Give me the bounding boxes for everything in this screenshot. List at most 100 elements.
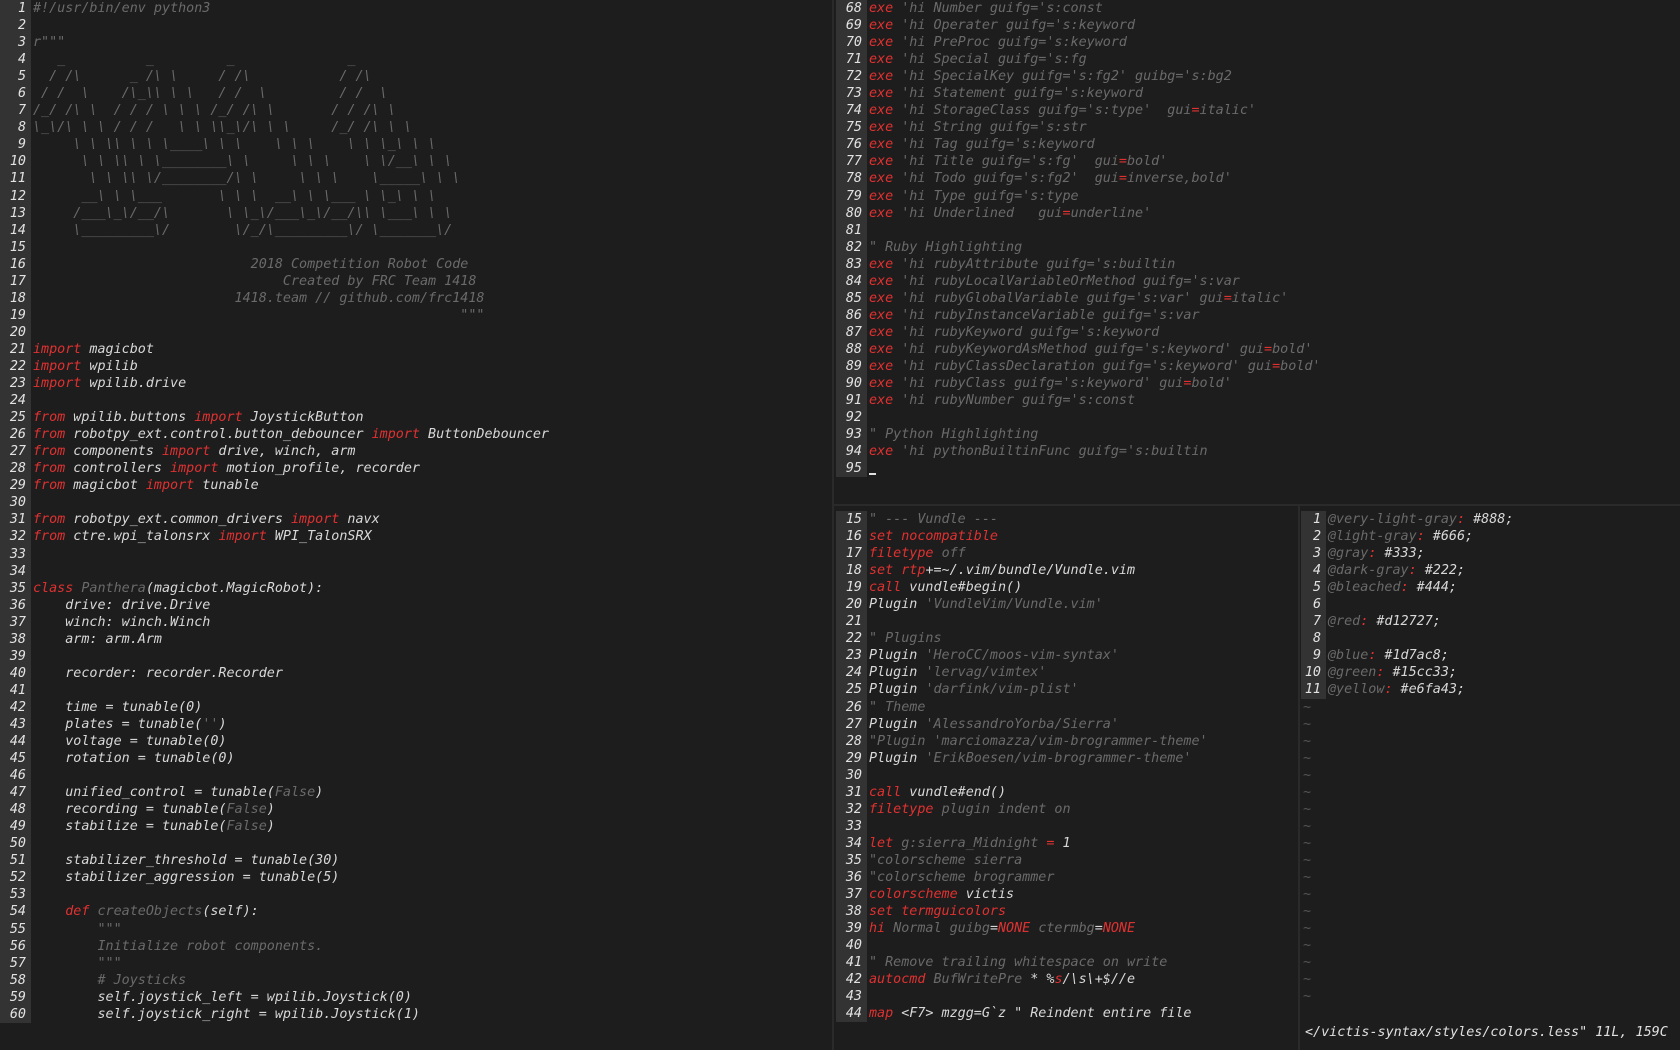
code-line[interactable]: 33: [0, 545, 831, 563]
code-line[interactable]: 43 plates = tunable(''): [0, 715, 831, 734]
code-line[interactable]: 27 from components import drive, winch, a…: [0, 443, 831, 461]
code-line[interactable]: 42 autocmd BufWritePre * %s/\s\+$//e: [836, 971, 1297, 989]
code-line[interactable]: 56 Initialize robot components.: [0, 937, 831, 955]
code-line[interactable]: 34 let g:sierra_Midnight = 1: [836, 834, 1297, 852]
code-line[interactable]: 59 self.joystick_left = wpilib.Joystick(…: [0, 988, 831, 1006]
code-line[interactable]: 22 import wpilib: [0, 357, 831, 376]
code-line[interactable]: 29 from magicbot import tunable: [0, 477, 831, 495]
code-line[interactable]: 18 1418.team // github.com/frc1418: [0, 289, 831, 307]
code-line[interactable]: 84 exe 'hi rubyLocalVariableOrMethod guif…: [836, 272, 1680, 290]
code-line[interactable]: 9 @blue: #1d7ac8;: [1301, 647, 1680, 665]
code-line[interactable]: 21: [836, 613, 1297, 631]
code-line[interactable]: 50: [0, 835, 831, 853]
code-line[interactable]: 31 from robotpy_ext.common_drivers import…: [0, 511, 831, 529]
code-line[interactable]: 79 exe 'hi Type guifg='s:type: [836, 187, 1680, 205]
code-line[interactable]: 78 exe 'hi Todo guifg='s:fg2' gui=inverse…: [836, 170, 1680, 188]
code-line[interactable]: 83 exe 'hi rubyAttribute guifg='s:builtin: [836, 255, 1680, 273]
code-line[interactable]: 68 exe 'hi Number guifg='s:const: [836, 0, 1680, 18]
code-line[interactable]: 80 exe 'hi Underlined gui=underline': [836, 204, 1680, 222]
code-line[interactable]: 53: [0, 886, 831, 904]
code-line[interactable]: 94 exe 'hi pythonBuiltinFunc guifg='s:bui…: [836, 443, 1680, 461]
code-line[interactable]: 3 @gray: #333;: [1301, 545, 1680, 563]
code-line[interactable]: 43: [836, 988, 1297, 1006]
code-line[interactable]: 16 2018 Competition Robot Code: [0, 255, 831, 273]
code-line[interactable]: 95: [836, 460, 1680, 478]
code-line[interactable]: 12 __\ \ \___ \ \ \ __\ \ \___ \ \_\ \ \: [0, 187, 831, 205]
code-line[interactable]: 72 exe 'hi SpecialKey guifg='s:fg2' guibg…: [836, 68, 1680, 86]
code-line[interactable]: 26 " Theme: [836, 698, 1297, 716]
code-line[interactable]: 35 "colorscheme sierra: [836, 851, 1297, 869]
code-line[interactable]: 23 Plugin 'HeroCC/moos-vim-syntax': [836, 647, 1297, 665]
code-line[interactable]: 8 \_\/\ \ \ / / / \ \ \\_\/\ \ \ /_/ /\ \…: [0, 119, 831, 137]
code-line[interactable]: 75 exe 'hi String guifg='s:str: [836, 119, 1680, 137]
code-line[interactable]: 48 recording = tunable(False): [0, 801, 831, 819]
code-line[interactable]: 44 map <F7> mzgg=G`z " Reindent entire fi…: [836, 1005, 1297, 1023]
code-line[interactable]: 6 / / \ /\_\\ \ \ / / \ / / \: [0, 85, 831, 103]
code-line[interactable]: 38 arm: arm.Arm: [0, 630, 831, 648]
code-line[interactable]: 91 exe 'hi rubyNumber guifg='s:const: [836, 392, 1680, 410]
code-line[interactable]: 51 stabilizer_threshold = tunable(30): [0, 852, 831, 870]
code-line[interactable]: 4 _ _ _ _: [0, 51, 831, 69]
code-line[interactable]: 11 @yellow: #e6fa43;: [1301, 681, 1680, 699]
code-line[interactable]: 20: [0, 323, 831, 341]
code-line[interactable]: 31 call vundle#end(): [836, 783, 1297, 801]
vertical-split-divider[interactable]: [832, 0, 834, 1050]
code-line[interactable]: 60 self.joystick_right = wpilib.Joystick…: [0, 1005, 831, 1023]
code-line[interactable]: 47 unified_control = tunable(False): [0, 784, 831, 802]
code-line[interactable]: 37 colorscheme victis: [836, 886, 1297, 904]
code-line[interactable]: 15: [0, 238, 831, 256]
code-line[interactable]: 25 from wpilib.buttons import JoystickBut…: [0, 409, 831, 427]
code-line[interactable]: 13 /___\_\/__/\ \ \_\/___\_\/__/\\ \___\…: [0, 204, 831, 222]
code-line[interactable]: 19 call vundle#begin(): [836, 579, 1297, 597]
code-line[interactable]: 2 @light-gray: #666;: [1301, 528, 1680, 546]
code-line[interactable]: 24 Plugin 'lervag/vimtex': [836, 664, 1297, 682]
code-line[interactable]: 7/_/ /\ \ / / / \ \ \ /_/ /\ \ / / /\ \: [0, 102, 831, 120]
code-line[interactable]: 17 filetype off: [836, 545, 1297, 563]
code-line[interactable]: 15 " --- Vundle ---: [836, 511, 1297, 529]
code-line[interactable]: 17 Created by FRC Team 1418: [0, 272, 831, 290]
code-line[interactable]: 88 exe 'hi rubyKeywordAsMethod guifg='s:k…: [836, 340, 1680, 358]
code-line[interactable]: 52 stabilizer_aggression = tunable(5): [0, 869, 831, 887]
code-line[interactable]: 46: [0, 767, 831, 785]
code-line[interactable]: 7 @red: #d12727;: [1301, 613, 1680, 631]
code-line[interactable]: 22 " Plugins: [836, 630, 1297, 648]
code-line[interactable]: 25 Plugin 'darfink/vim-plist': [836, 681, 1297, 699]
code-line[interactable]: 32 from ctre.wpi_talonsrx import WPI_Talo…: [0, 528, 831, 546]
code-line[interactable]: 55 """: [0, 920, 831, 938]
code-line[interactable]: 90 exe 'hi rubyClass guifg='s:keyword' gu…: [836, 375, 1680, 393]
code-line[interactable]: 41 " Remove trailing whitespace on write: [836, 954, 1297, 972]
code-line[interactable]: 87 exe 'hi rubyKeyword guifg='s:keyword: [836, 323, 1680, 341]
code-line[interactable]: 27 Plugin 'AlessandroYorba/Sierra': [836, 715, 1297, 733]
code-line[interactable]: 20 Plugin 'VundleVim/Vundle.vim': [836, 596, 1297, 614]
code-line[interactable]: 18 set rtp+=~/.vim/bundle/Vundle.vim: [836, 562, 1297, 580]
code-line[interactable]: 3 r""": [0, 34, 831, 52]
code-line[interactable]: 89 exe 'hi rubyClassDeclaration guifg='s:…: [836, 357, 1680, 376]
code-line[interactable]: 42 time = tunable(0): [0, 698, 831, 716]
code-line[interactable]: 30: [0, 494, 831, 512]
code-line[interactable]: 71 exe 'hi Special guifg='s:fg: [836, 51, 1680, 69]
code-line[interactable]: 26 from robotpy_ext.control.button_deboun…: [0, 426, 831, 444]
code-line[interactable]: 30: [836, 766, 1297, 784]
code-line[interactable]: 44 voltage = tunable(0): [0, 733, 831, 751]
code-line[interactable]: 14 \_________\/ \/_/\_________\/ \______…: [0, 221, 831, 239]
code-line[interactable]: 70 exe 'hi PreProc guifg='s:keyword: [836, 34, 1680, 52]
code-line[interactable]: 92: [836, 409, 1680, 427]
code-line[interactable]: 69 exe 'hi Operater guifg='s:keyword: [836, 17, 1680, 35]
code-line[interactable]: 5 / /\ _ /\ \ / /\ / /\: [0, 68, 831, 86]
code-line[interactable]: 2: [0, 17, 831, 35]
code-line[interactable]: 85 exe 'hi rubyGlobalVariable guifg='s:va…: [836, 289, 1680, 307]
code-line[interactable]: 32 filetype plugin indent on: [836, 800, 1297, 818]
code-line[interactable]: 86 exe 'hi rubyInstanceVariable guifg='s:…: [836, 306, 1680, 324]
code-line[interactable]: 39 hi Normal guibg=NONE ctermbg=NONE: [836, 920, 1297, 938]
code-line[interactable]: 73 exe 'hi Statement guifg='s:keyword: [836, 85, 1680, 103]
code-line[interactable]: 16 set nocompatible: [836, 528, 1297, 546]
code-line[interactable]: 76 exe 'hi Tag guifg='s:keyword: [836, 136, 1680, 154]
code-line[interactable]: 45 rotation = tunable(0): [0, 750, 831, 768]
code-line[interactable]: 1 @very-light-gray: #888;: [1301, 511, 1680, 529]
code-line[interactable]: 24: [0, 392, 831, 410]
code-line[interactable]: 10 @green: #15cc33;: [1301, 664, 1680, 682]
code-line[interactable]: 33: [836, 817, 1297, 835]
code-line[interactable]: 93 " Python Highlighting: [836, 426, 1680, 444]
editor-pane-vim-colors[interactable]: 68 exe 'hi Number guifg='s:const 69 exe 'hi…: [836, 0, 1680, 500]
code-line[interactable]: 5 @bleached: #444;: [1301, 579, 1680, 597]
